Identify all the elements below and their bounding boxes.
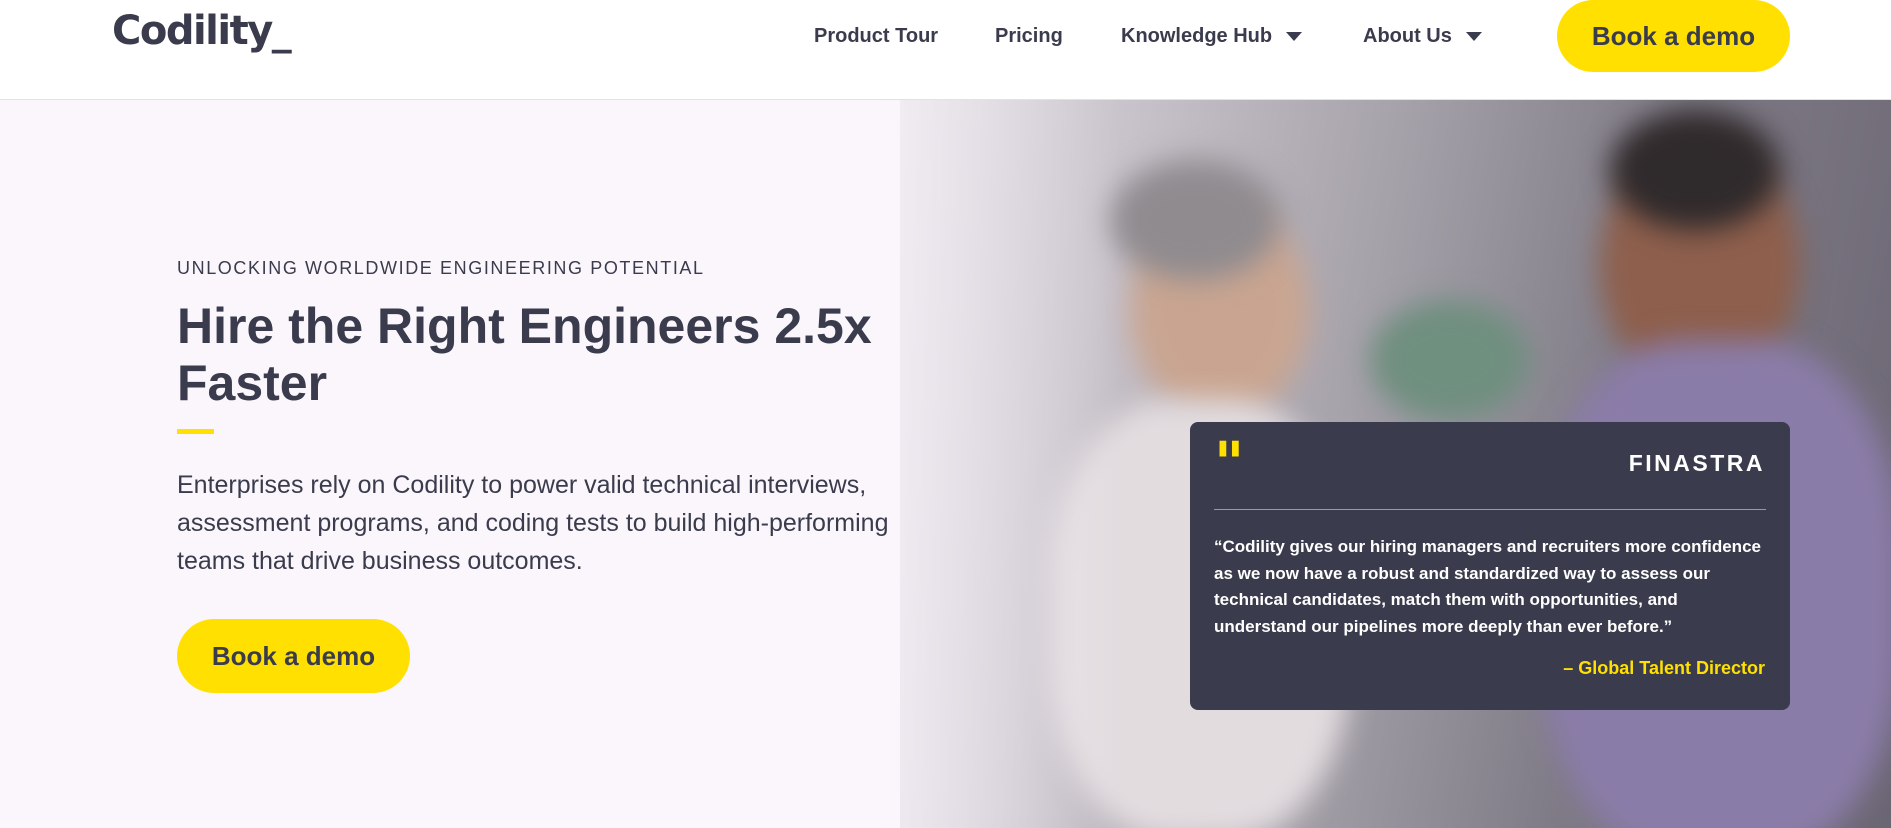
site-header: Codility_ Product Tour Pricing Knowledge… — [0, 0, 1891, 100]
testimonial-quote: “Codility gives our hiring managers and … — [1214, 537, 1761, 636]
nav-about-us-label: About Us — [1363, 24, 1452, 47]
nav-product-tour-label: Product Tour — [814, 24, 939, 47]
hero-section: UNLOCKING WORLDWIDE ENGINEERING POTENTIA… — [0, 100, 1891, 828]
chevron-down-icon — [1465, 31, 1482, 41]
testimonial-card: " FINASTRA “Codility gives our hiring ma… — [1190, 422, 1790, 710]
nav-knowledge-hub-label: Knowledge Hub — [1121, 24, 1273, 47]
hero-description: Enterprises rely on Codility to power va… — [177, 471, 889, 575]
hero-book-demo-button[interactable]: Book a demo — [177, 619, 410, 693]
card-divider — [1214, 509, 1766, 510]
chevron-down-icon — [1286, 31, 1303, 41]
nav-about-us[interactable]: About Us — [1363, 25, 1482, 48]
nav-pricing-label: Pricing — [995, 24, 1063, 47]
quote-icon: " — [1214, 429, 1245, 497]
hero-gradient — [0, 100, 1120, 828]
hero-eyebrow: UNLOCKING WORLDWIDE ENGINEERING POTENTIA… — [177, 258, 705, 278]
nav-pricing[interactable]: Pricing — [995, 25, 1063, 48]
nav-product-tour[interactable]: Product Tour — [814, 25, 938, 48]
codility-logo[interactable]: Codility_ — [112, 8, 292, 54]
headline-underline — [177, 429, 214, 434]
testimonial-brand: FINASTRA — [1628, 450, 1765, 476]
header-book-demo-button[interactable]: Book a demo — [1557, 0, 1790, 72]
hero-headline: Hire the Right Engineers 2.5x Faster — [177, 298, 872, 411]
nav-knowledge-hub[interactable]: Knowledge Hub — [1121, 24, 1303, 48]
testimonial-attribution: – Global Talent Director — [1563, 658, 1765, 678]
